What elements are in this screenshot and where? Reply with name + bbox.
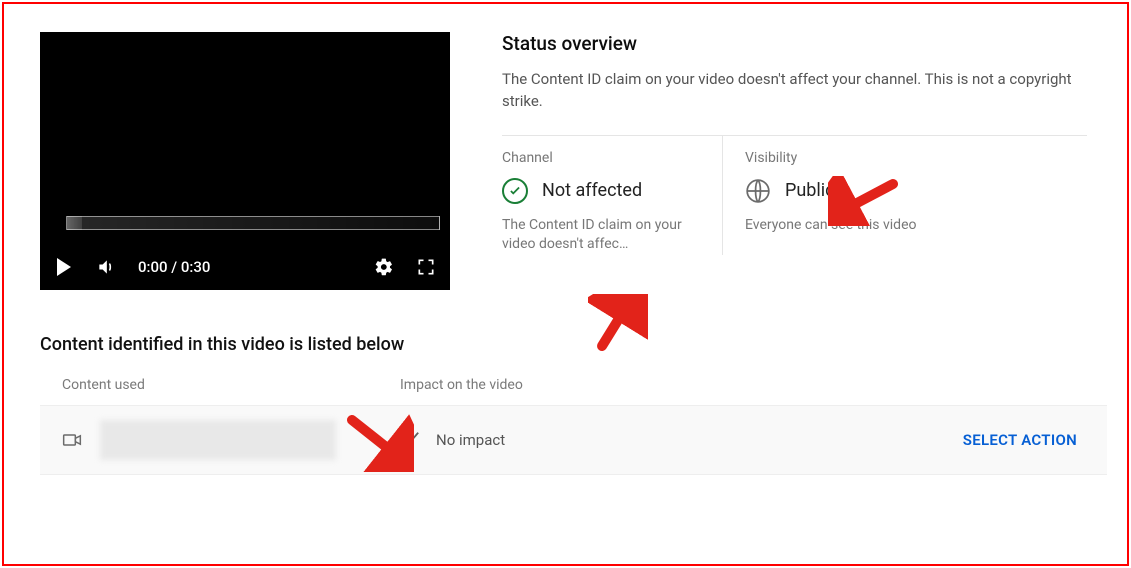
impact-text: No impact <box>436 431 505 449</box>
channel-status-card: Channel Not affected The Content ID clai… <box>502 136 722 255</box>
video-player[interactable]: 0:00 / 0:30 <box>40 32 450 290</box>
overview-title: Status overview <box>502 32 1087 55</box>
visibility-status-card: Visibility Public Everyone can see this … <box>723 136 943 255</box>
time-display: 0:00 / 0:30 <box>138 258 210 276</box>
channel-label: Channel <box>502 150 712 166</box>
content-table-header: Content used Impact on the video <box>40 355 1107 405</box>
status-overview: Status overview The Content ID claim on … <box>502 32 1107 255</box>
overview-description: The Content ID claim on your video doesn… <box>502 69 1087 113</box>
progress-bar[interactable] <box>66 216 440 230</box>
channel-status-sub: The Content ID claim on your video doesn… <box>502 216 702 255</box>
content-section-heading: Content identified in this video is list… <box>40 334 1107 355</box>
checkmark-icon <box>398 429 420 451</box>
play-button[interactable] <box>54 257 74 277</box>
volume-button[interactable] <box>96 257 116 277</box>
visibility-status-sub: Everyone can see this video <box>745 216 943 236</box>
visibility-status-text: Public <box>785 180 835 201</box>
select-action-button[interactable]: SELECT ACTION <box>963 431 1077 449</box>
visibility-label: Visibility <box>745 150 943 166</box>
fullscreen-icon[interactable] <box>416 257 436 277</box>
content-thumbnail <box>100 420 336 460</box>
col-impact: Impact on the video <box>400 377 1107 393</box>
settings-icon[interactable] <box>374 257 394 277</box>
globe-icon <box>745 178 771 204</box>
video-icon <box>58 430 86 450</box>
channel-status-text: Not affected <box>542 180 642 201</box>
col-content-used: Content used <box>62 377 400 393</box>
check-circle-icon <box>502 178 528 204</box>
content-row: No impact SELECT ACTION <box>40 405 1107 475</box>
